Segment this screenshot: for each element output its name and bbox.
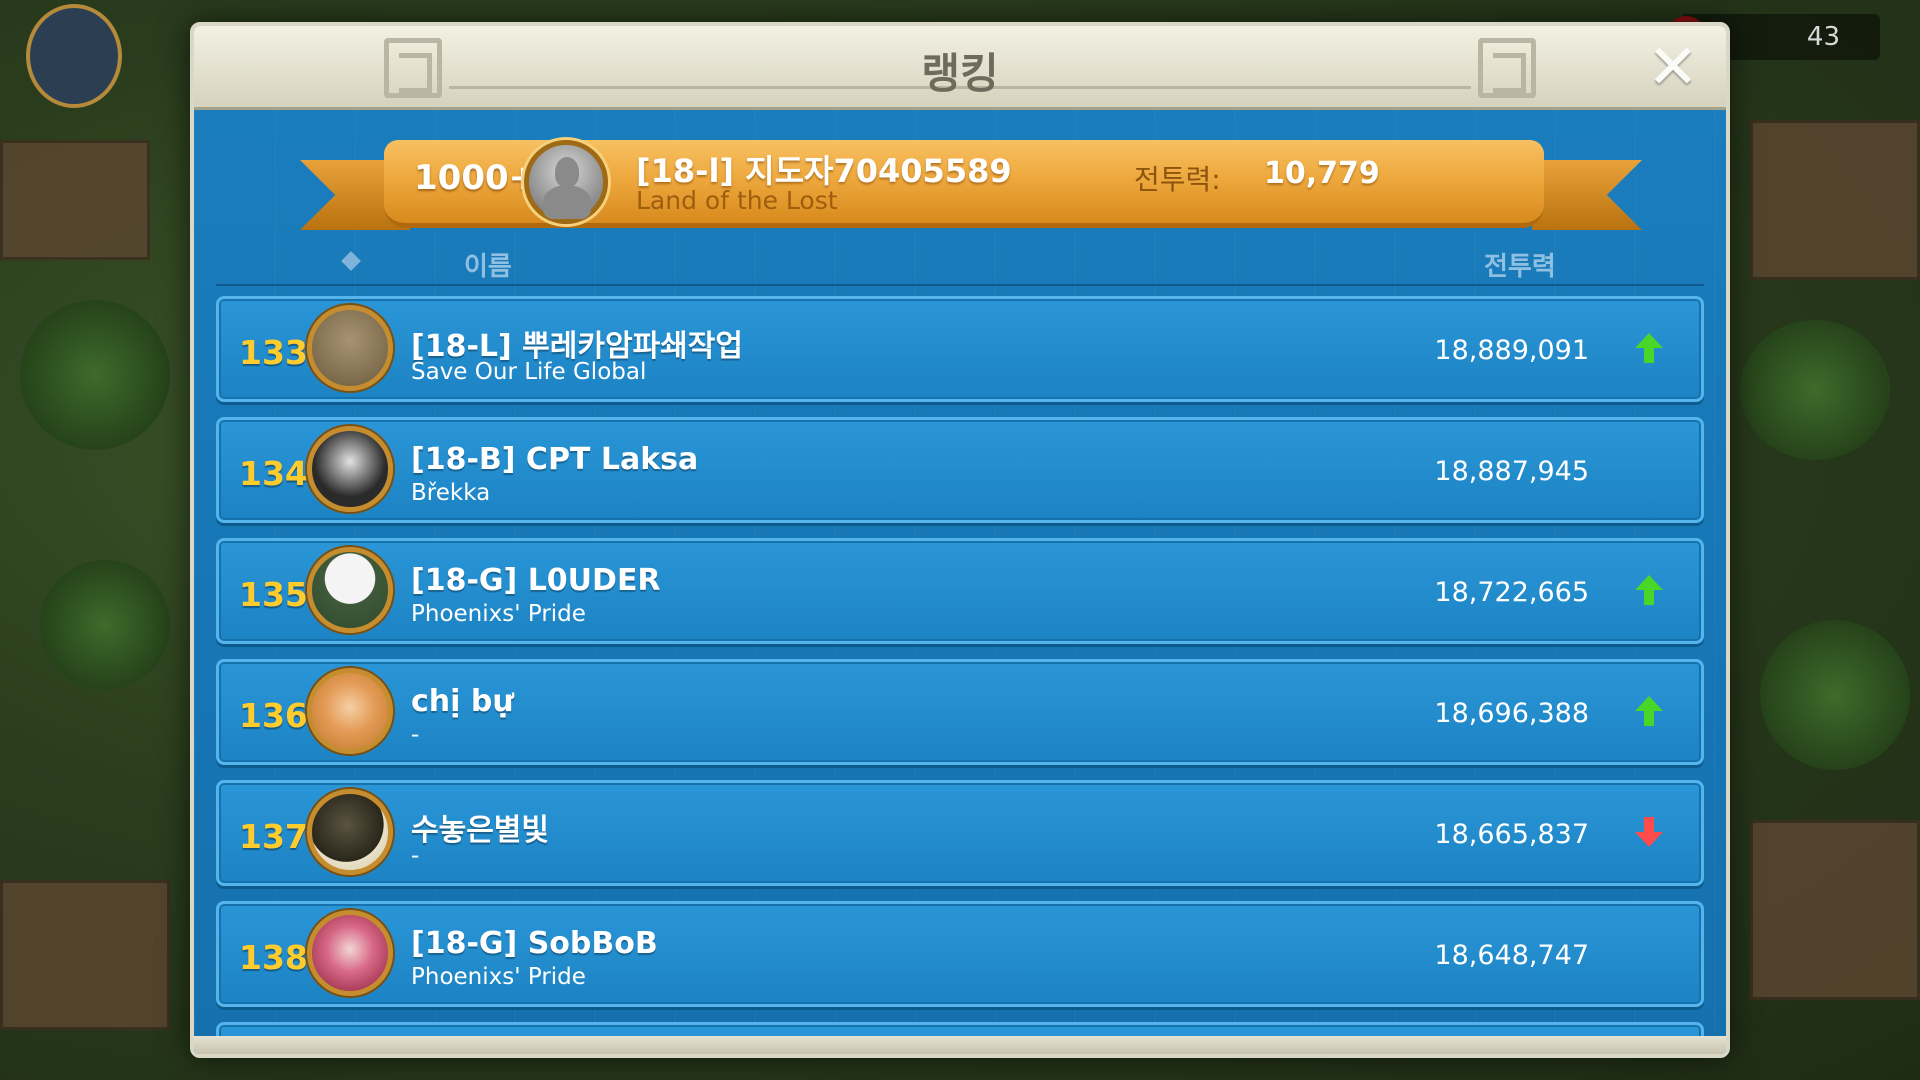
row-rank: 135 — [239, 575, 308, 614]
row-player-name: [18-G] L0UDER — [411, 563, 661, 598]
row-power: 18,722,665 — [1434, 577, 1589, 608]
row-rank: 138 — [239, 938, 308, 977]
row-avatar[interactable] — [307, 547, 393, 633]
player-power-value: 10,779 — [1264, 156, 1380, 191]
ranking-row[interactable]: 135 [18-G] L0UDER Phoenixs' Pride 18,722… — [216, 538, 1704, 644]
close-icon: ✕ — [1647, 30, 1699, 103]
background-wall-right — [1750, 120, 1920, 280]
player-alliance: Land of the Lost — [636, 186, 838, 215]
trend-up-arrow-icon — [1635, 333, 1663, 363]
row-power: 18,665,837 — [1434, 819, 1589, 850]
trend-up-arrow-icon — [1635, 575, 1663, 605]
column-divider — [216, 284, 1704, 286]
player-avatar — [524, 140, 608, 224]
row-power: 18,696,388 — [1434, 698, 1589, 729]
row-player-name: 수놓은별빛 — [411, 813, 549, 848]
background-wall-left — [0, 140, 150, 260]
avatar-silhouette-icon — [555, 157, 579, 187]
player-power-label: 전투력: — [1134, 163, 1221, 196]
row-rank: 137 — [239, 817, 308, 856]
background-tree — [40, 560, 170, 690]
row-power: 18,889,091 — [1434, 335, 1589, 366]
ranking-row-partial[interactable] — [216, 1022, 1704, 1036]
row-alliance: Save Our Life Global — [411, 359, 647, 385]
row-alliance: Phoenixs' Pride — [411, 601, 586, 627]
column-header-name[interactable]: 이름 — [464, 246, 512, 283]
row-avatar[interactable] — [307, 426, 393, 512]
row-avatar[interactable] — [307, 789, 393, 875]
row-rank: 133 — [239, 333, 308, 372]
background-wall-bottom-right — [1750, 820, 1920, 1000]
row-player-name: [18-B] CPT Laksa — [411, 442, 699, 477]
sort-diamond-icon[interactable] — [341, 251, 361, 271]
modal-footer — [194, 1036, 1726, 1054]
ranking-list[interactable]: 133 [18-L] 뿌레카암파쇄작업 Save Our Life Global… — [216, 296, 1704, 1036]
background-tree — [1760, 620, 1910, 770]
close-button[interactable]: ✕ — [1644, 36, 1702, 98]
row-player-name: [18-G] SobBoB — [411, 926, 658, 961]
resource-counter-value: 43 — [1806, 22, 1840, 52]
background-wall-bottom-left — [0, 880, 170, 1030]
player-rank-banner[interactable]: 1000+ [18-l] 지도자70405589 Land of the Los… — [384, 140, 1544, 228]
row-power: 18,887,945 — [1434, 456, 1589, 487]
trend-down-arrow-icon — [1635, 817, 1663, 847]
commander-portrait[interactable] — [26, 4, 122, 108]
ranking-row[interactable]: 133 [18-L] 뿌레카암파쇄작업 Save Our Life Global… — [216, 296, 1704, 402]
avatar-silhouette-icon — [543, 185, 591, 219]
row-rank: 136 — [239, 696, 308, 735]
background-tree — [1740, 320, 1890, 460]
modal-body: 1000+ [18-l] 지도자70405589 Land of the Los… — [194, 110, 1726, 1054]
ranking-row[interactable]: 134 [18-B] CPT Laksa Břekka 18,887,945 — [216, 417, 1704, 523]
background-tree — [20, 300, 170, 450]
row-alliance: - — [411, 843, 420, 869]
ranking-row[interactable]: 136 chị bự - 18,696,388 — [216, 659, 1704, 765]
ranking-row[interactable]: 137 수놓은별빛 - 18,665,837 — [216, 780, 1704, 886]
column-headers: 이름 전투력 — [194, 244, 1726, 284]
row-avatar[interactable] — [307, 910, 393, 996]
modal-title: 랭킹 — [921, 49, 999, 98]
row-rank: 134 — [239, 454, 308, 493]
banner-ribbon-right — [1532, 160, 1642, 230]
row-power: 18,648,747 — [1434, 940, 1589, 971]
player-rank: 1000+ — [414, 158, 538, 198]
trend-up-arrow-icon — [1635, 696, 1663, 726]
ranking-row[interactable]: 138 [18-G] SobBoB Phoenixs' Pride 18,648… — [216, 901, 1704, 1007]
ranking-modal: 랭킹 ✕ 1000+ [18-l] 지도자70405589 Land of th… — [190, 22, 1730, 1058]
column-header-power[interactable]: 전투력 — [1484, 246, 1556, 283]
row-avatar[interactable] — [307, 668, 393, 754]
row-avatar[interactable] — [307, 305, 393, 391]
row-alliance: Phoenixs' Pride — [411, 964, 586, 990]
row-alliance: Břekka — [411, 480, 491, 506]
modal-header: 랭킹 ✕ — [194, 26, 1726, 110]
row-alliance: - — [411, 722, 420, 748]
row-player-name: chị bự — [411, 684, 514, 719]
